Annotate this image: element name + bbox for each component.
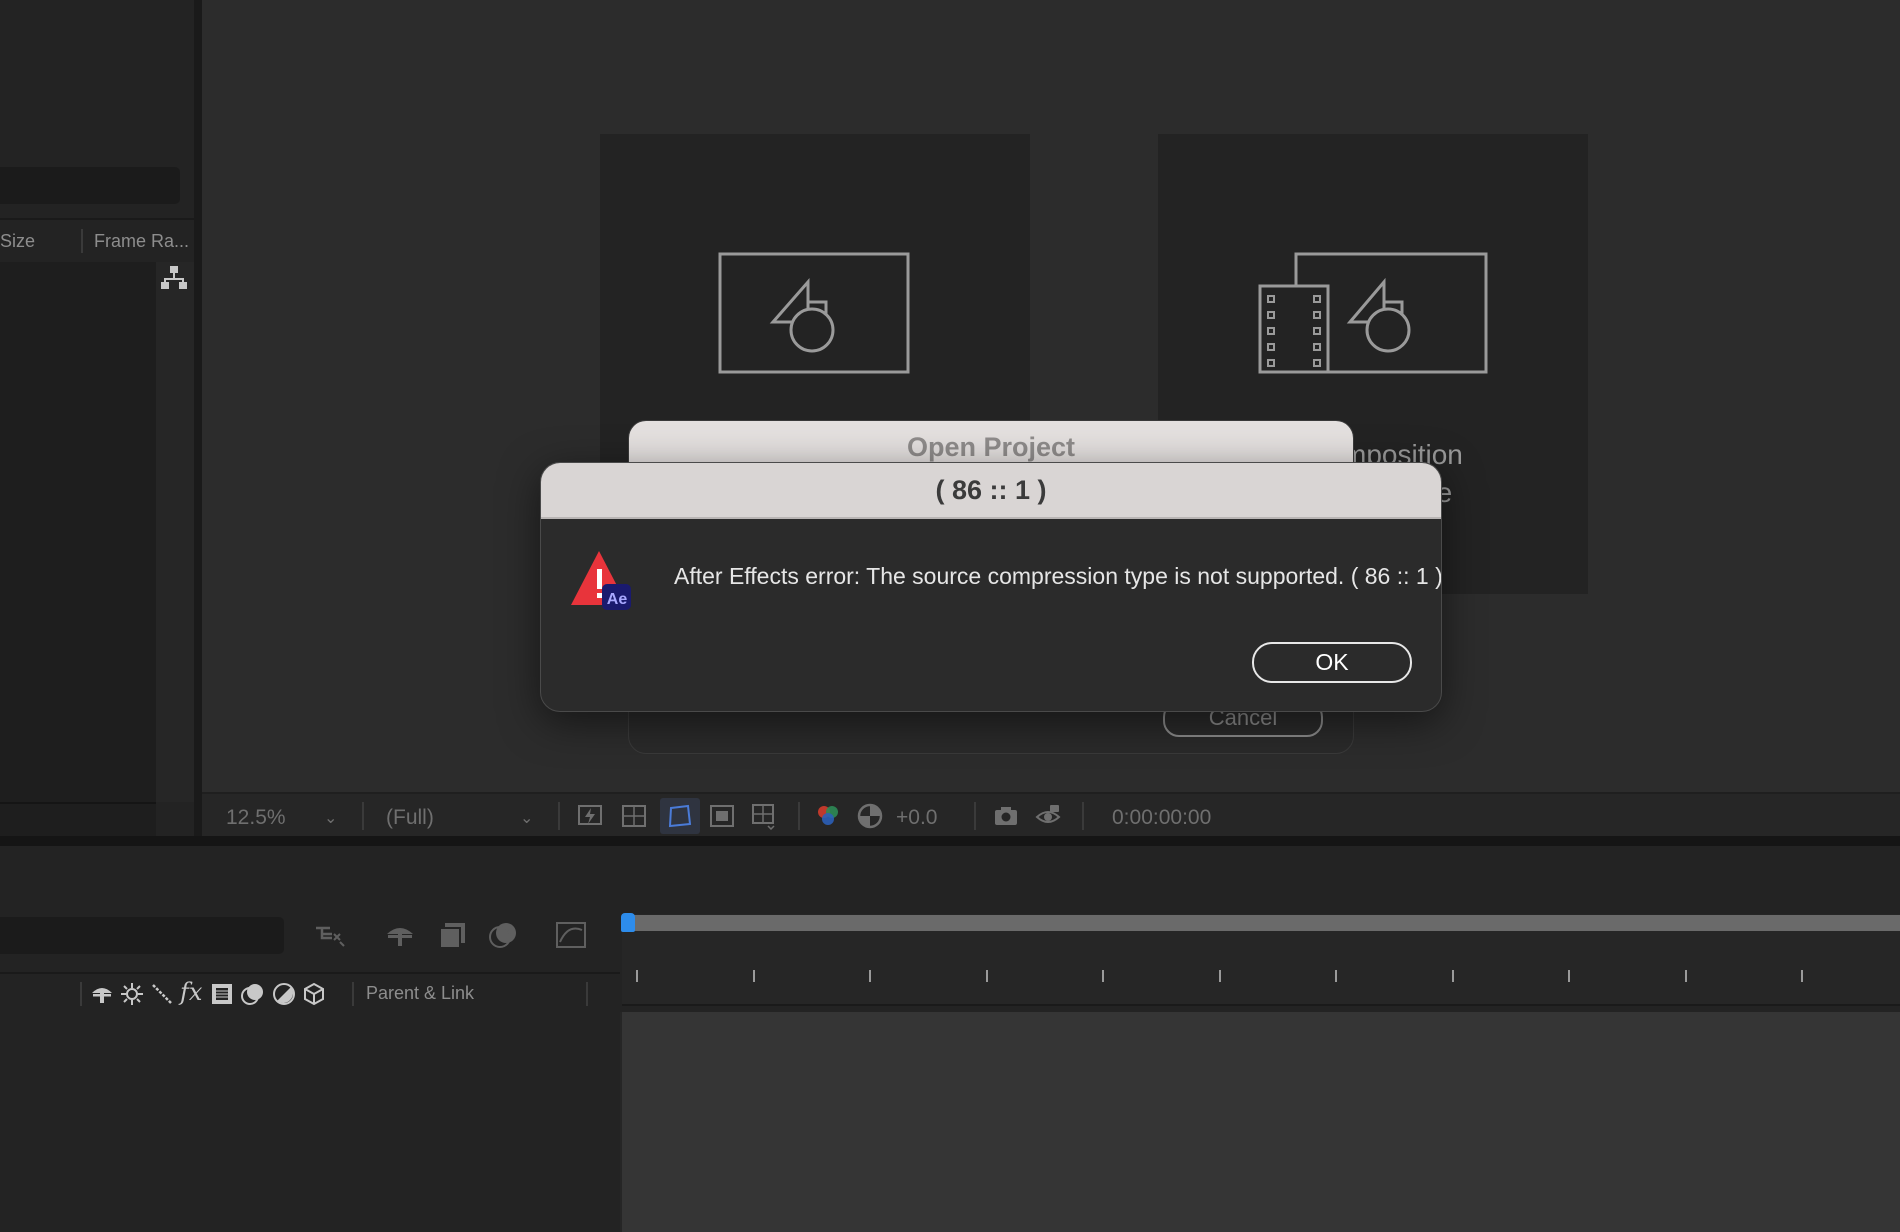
- mask-visibility-icon[interactable]: [666, 802, 694, 830]
- column-frame-rate[interactable]: Frame Ra...: [94, 231, 189, 252]
- ruler-tick: [1684, 970, 1687, 982]
- region-of-interest-icon[interactable]: [708, 802, 736, 830]
- shy-switch-icon[interactable]: [90, 982, 114, 1006]
- project-list[interactable]: [0, 262, 156, 802]
- current-time-display[interactable]: 0:00:00:00: [1112, 806, 1211, 830]
- time-ruler-ticks: [622, 962, 1900, 1006]
- ruler-tick: [636, 970, 638, 982]
- motion-blur-switch-icon[interactable]: [240, 982, 266, 1006]
- effect-switch-icon[interactable]: fx: [180, 978, 202, 1006]
- show-snapshot-icon[interactable]: [1034, 802, 1062, 830]
- ruler-tick: [1568, 970, 1570, 982]
- exposure-value[interactable]: +0.0: [896, 806, 937, 830]
- toolbar-divider: [974, 802, 976, 830]
- column-size[interactable]: Size: [0, 231, 35, 252]
- ruler-tick: [1801, 970, 1803, 982]
- quality-switch-icon[interactable]: [150, 982, 174, 1006]
- toolbar-divider: [362, 802, 364, 830]
- chevron-down-icon[interactable]: ⌄: [324, 808, 337, 828]
- project-column-header: Size Frame Ra...: [0, 218, 194, 264]
- transparency-grid-icon[interactable]: [620, 802, 648, 830]
- timeline-track-area[interactable]: [622, 1012, 1900, 1232]
- error-dialog: ( 86 :: 1 ) Ae After Effects error: The …: [540, 462, 1442, 712]
- flowchart-icon[interactable]: [160, 264, 188, 292]
- composition-mini-flowchart-icon[interactable]: [314, 920, 350, 950]
- work-area-bar[interactable]: [630, 915, 1900, 931]
- project-search-input[interactable]: [0, 167, 180, 204]
- ruler-tick: [985, 970, 988, 982]
- open-project-title: Open Project: [629, 421, 1353, 465]
- column-divider[interactable]: [80, 982, 82, 1006]
- ok-button[interactable]: OK: [1252, 642, 1412, 683]
- zoom-dropdown[interactable]: 12.5%: [226, 806, 286, 830]
- column-divider[interactable]: [586, 982, 588, 1006]
- ruler-tick: [1335, 970, 1337, 982]
- timeline-layers-list[interactable]: [0, 1014, 620, 1232]
- error-dialog-title: ( 86 :: 1 ): [541, 463, 1441, 519]
- fast-preview-icon[interactable]: [576, 802, 604, 830]
- channel-rgb-icon[interactable]: [814, 802, 842, 830]
- ae-badge: Ae: [606, 591, 628, 608]
- frame-blending-icon[interactable]: [436, 920, 468, 950]
- toolbar-divider: [1082, 802, 1084, 830]
- frame-blend-switch-icon[interactable]: [210, 982, 234, 1006]
- motion-blur-icon[interactable]: [488, 920, 520, 950]
- footage-composition-icon: [1258, 252, 1488, 374]
- panel-divider-horizontal[interactable]: [0, 836, 1900, 846]
- collapse-transform-icon[interactable]: [120, 982, 144, 1006]
- column-divider[interactable]: [352, 982, 354, 1006]
- project-scrollbar[interactable]: [156, 262, 194, 802]
- toolbar-divider: [558, 802, 560, 830]
- 3d-layer-icon[interactable]: [302, 982, 326, 1006]
- grid-guides-icon[interactable]: [750, 802, 778, 830]
- playhead-handle[interactable]: [621, 913, 635, 932]
- ruler-tick: [752, 970, 755, 982]
- panel-divider[interactable]: [194, 0, 202, 836]
- graph-editor-icon[interactable]: [554, 920, 588, 950]
- project-footer: [0, 802, 156, 838]
- ruler-tick: [1102, 970, 1104, 982]
- resolution-dropdown[interactable]: (Full): [386, 806, 434, 830]
- adjustment-layer-icon[interactable]: [272, 982, 296, 1006]
- timeline-search-input[interactable]: [0, 917, 284, 954]
- chevron-down-icon[interactable]: ⌄: [520, 808, 533, 828]
- parent-link-column[interactable]: Parent & Link: [366, 983, 474, 1004]
- error-message: After Effects error: The source compress…: [674, 563, 1442, 589]
- composition-icon: [718, 252, 910, 374]
- toolbar-divider: [798, 802, 800, 830]
- timeline-layer-header: fx: [0, 972, 620, 1016]
- ruler-tick: [1218, 970, 1221, 982]
- ruler-tick: [1451, 970, 1454, 982]
- exposure-reset-icon[interactable]: [856, 802, 884, 830]
- ruler-tick: [869, 970, 871, 982]
- camera-snapshot-icon[interactable]: [992, 802, 1020, 830]
- column-divider[interactable]: [81, 229, 83, 253]
- shy-layers-icon[interactable]: [384, 920, 416, 950]
- viewer-toolbar: 12.5% ⌄ (Full) ⌄ +0.0 0:00:00:00: [202, 792, 1900, 838]
